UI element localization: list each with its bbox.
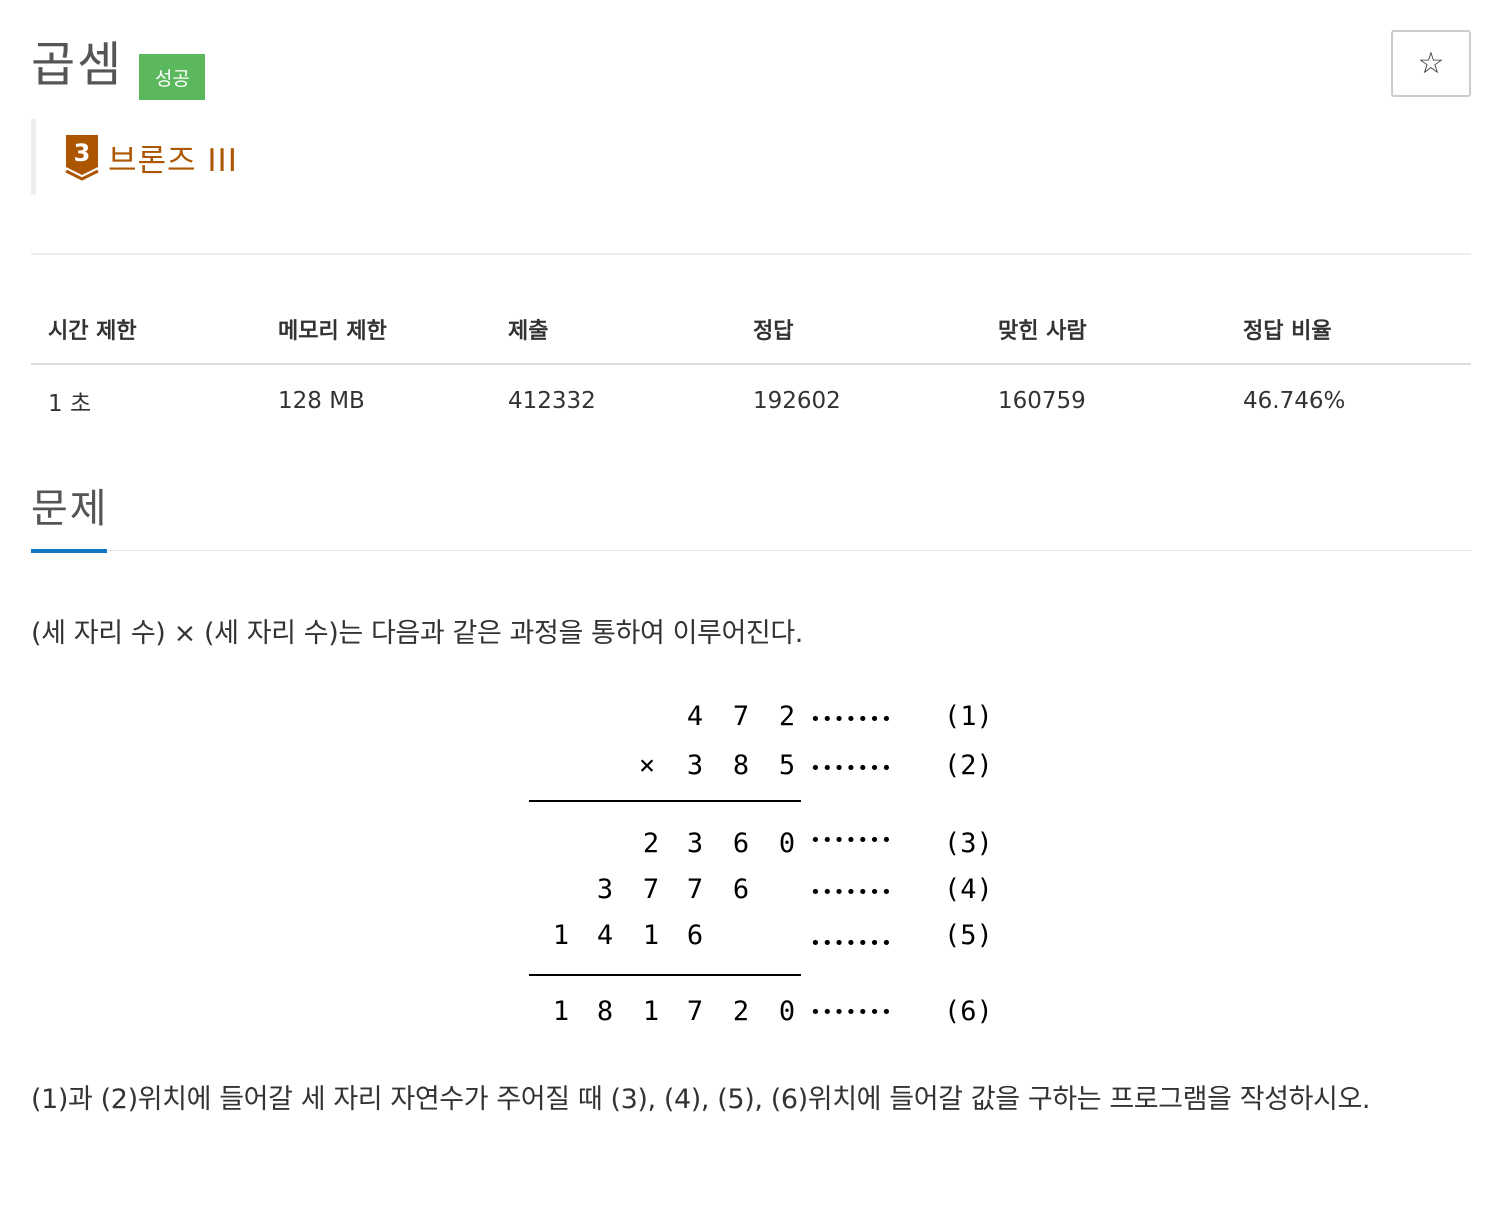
star-outline-icon: ☆ <box>1417 46 1445 81</box>
fig-digit: 4 <box>687 701 703 732</box>
fig-digit: 6 <box>687 920 703 951</box>
bronze-tier-icon: 3 <box>65 135 99 181</box>
fig-digit: 1 <box>553 920 569 951</box>
fig-digit: 6 <box>733 828 749 859</box>
fig-leader-dots: ••••••• <box>810 882 893 903</box>
fig-label: (3) <box>944 828 993 859</box>
problem-header: 곱셈 성공 <box>31 34 206 100</box>
header-memory-limit: 메모리 제한 <box>261 294 491 365</box>
fig-digit: 1 <box>643 996 659 1027</box>
fig-label: (5) <box>944 920 993 951</box>
header-accepted: 정답 <box>736 294 981 365</box>
value-time-limit: 1 초 <box>48 390 92 417</box>
fig-digit: 8 <box>733 750 749 781</box>
fig-digit: 3 <box>687 750 703 781</box>
value-accepted-ratio: 46.746% <box>1243 387 1346 414</box>
fig-digit: 3 <box>687 828 703 859</box>
fig-digit: 2 <box>733 996 749 1027</box>
fig-leader-dots: ••••••• <box>810 758 893 779</box>
section-title: 문제 <box>31 486 109 532</box>
fig-digit: 1 <box>643 920 659 951</box>
problem-description-task: (1)과 (2)위치에 들어갈 세 자리 자연수가 주어질 때 (3), (4)… <box>31 1084 1371 1115</box>
header-submissions: 제출 <box>491 294 736 365</box>
fig-leader-dots: ••••••• <box>810 830 893 851</box>
fig-digit: 0 <box>779 996 795 1027</box>
favorite-button[interactable]: ☆ <box>1391 30 1471 97</box>
status-badge: 성공 <box>139 54 206 100</box>
fig-label: (1) <box>944 701 993 732</box>
fig-label: (2) <box>944 750 993 781</box>
fig-times-sign: × <box>639 750 655 781</box>
table-header-row: 시간 제한 메모리 제한 제출 정답 맞힌 사람 정답 비율 <box>31 294 1471 365</box>
fig-leader-dots: ••••••• <box>810 709 893 730</box>
fig-digit: 7 <box>687 996 703 1027</box>
fig-digit: 7 <box>733 701 749 732</box>
fig-digit: 5 <box>779 750 795 781</box>
fig-label: (4) <box>944 874 993 905</box>
section-divider <box>31 550 1471 551</box>
fig-leader-dots: ••••••• <box>810 933 893 954</box>
multiplication-figure: 4 7 2 ••••••• (1) × 3 8 5 ••••••• (2) 2 … <box>529 701 993 1027</box>
problem-section-header: 문제 <box>31 480 1471 554</box>
section-underline-accent <box>31 549 107 553</box>
fig-digit: 4 <box>597 920 613 951</box>
fig-digit: 6 <box>733 874 749 905</box>
value-accepted: 192602 <box>753 387 841 414</box>
table-row: 1 초 128 MB 412332 192602 160759 46.746% <box>31 364 1471 436</box>
header-solved-users: 맞힌 사람 <box>981 294 1226 365</box>
value-solved-users: 160759 <box>998 387 1086 414</box>
tier-label[interactable]: 브론즈 III <box>108 135 238 180</box>
tier-number: 3 <box>74 139 91 167</box>
fig-digit: 2 <box>779 701 795 732</box>
fig-leader-dots: ••••••• <box>810 1002 893 1023</box>
problem-title: 곱셈 <box>31 37 124 93</box>
tier-indicator: 3 브론즈 III <box>31 119 238 195</box>
fig-digit: 7 <box>687 874 703 905</box>
fig-label: (6) <box>944 996 993 1027</box>
header-accepted-ratio: 정답 비율 <box>1226 294 1471 365</box>
problem-info-table: 시간 제한 메모리 제한 제출 정답 맞힌 사람 정답 비율 1 초 128 M… <box>31 294 1471 436</box>
fig-digit: 8 <box>597 996 613 1027</box>
fig-digit: 3 <box>597 874 613 905</box>
fig-digit: 7 <box>643 874 659 905</box>
header-time-limit: 시간 제한 <box>31 294 261 365</box>
fig-digit: 2 <box>643 828 659 859</box>
divider <box>31 253 1471 255</box>
fig-digit: 1 <box>553 996 569 1027</box>
value-submissions: 412332 <box>508 387 596 414</box>
fig-digit: 0 <box>779 828 795 859</box>
problem-description-intro: (세 자리 수) × (세 자리 수)는 다음과 같은 과정을 통하여 이루어진… <box>31 618 803 649</box>
value-memory-limit: 128 MB <box>278 387 365 414</box>
